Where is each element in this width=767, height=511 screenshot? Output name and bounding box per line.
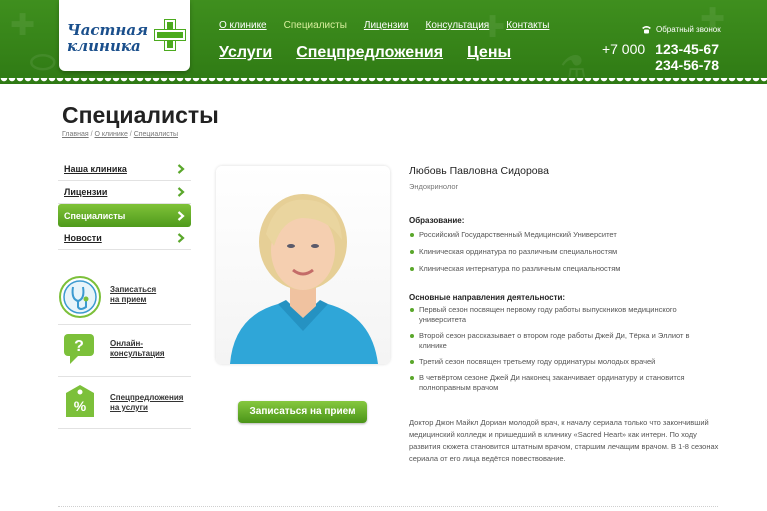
promo-line: Записаться (110, 285, 157, 294)
decor-cross-icon: ✚ (10, 9, 36, 42)
promo-appointment[interactable]: Записаться на прием (58, 275, 191, 325)
sidebar-item-label: Наша клиника (64, 164, 127, 174)
svg-text:%: % (74, 398, 87, 414)
promo-line: на прием (110, 295, 147, 304)
sidebar-menu: Наша клиника Лицензии Специалисты Новост… (58, 158, 191, 250)
activity-item: В четвёртом сезоне Джей Ди наконец закан… (409, 373, 719, 393)
doctor-details: Любовь Павловна Сидорова Эндокринолог Об… (409, 165, 719, 465)
doctor-role: Эндокринолог (409, 182, 459, 191)
phone-1: 123-45-67 (655, 41, 719, 57)
doctor-bio: Доктор Джон Майкл Дориан молодой врач, к… (409, 418, 719, 463)
chevron-right-icon (177, 187, 185, 197)
phone-numbers: +7 000 123-45-67 234-56-78 (602, 41, 719, 73)
stethoscope-icon (59, 276, 101, 318)
promo-line: Онлайн- (110, 339, 143, 348)
chat-bubble-icon: ? (64, 334, 94, 364)
callback-label: Обратный звонок (656, 25, 721, 34)
activity-item: Второй сезон рассказывает о втором годе … (409, 331, 719, 351)
site-header: ✚ ⬭ ✚ ⚗ ✚ Частная клиника О клинике Спец… (0, 0, 767, 84)
education-item: Клиническая ординатура по различным спец… (409, 247, 719, 257)
footer-divider (58, 506, 718, 507)
main-menu: Услуги Спецпредложения Цены (219, 44, 511, 62)
chevron-right-icon (177, 210, 185, 221)
sidebar-item-clinic[interactable]: Наша клиника (58, 158, 191, 181)
sidebar-item-licenses[interactable]: Лицензии (58, 181, 191, 204)
main-menu-services[interactable]: Услуги (219, 44, 272, 62)
top-menu-consultation[interactable]: Консультация (426, 20, 490, 31)
doctor-portrait-image (230, 194, 378, 364)
phone-2: 234-56-78 (655, 57, 719, 73)
main-menu-prices[interactable]: Цены (467, 44, 511, 62)
svg-text:?: ? (74, 338, 84, 355)
top-menu-specialists[interactable]: Специалисты (284, 20, 347, 31)
promo-special-offers[interactable]: % Спецпредложения на услуги (58, 379, 191, 429)
breadcrumb-current[interactable]: Специалисты (134, 131, 178, 138)
promo-line: на услуги (110, 403, 148, 412)
main-menu-offers[interactable]: Спецпредложения (296, 44, 443, 62)
breadcrumb-about[interactable]: О клинике (95, 131, 128, 138)
education-item: Клиническая интернатура по различным спе… (409, 264, 719, 274)
promo-online-consultation[interactable]: ? Онлайн- консультация (58, 327, 191, 377)
education-title: Образование: (409, 216, 465, 225)
chevron-right-icon (177, 233, 185, 243)
top-menu: О клинике Специалисты Лицензии Консульта… (219, 20, 549, 31)
discount-tag-icon: % (66, 385, 94, 417)
callback-link[interactable]: Обратный звонок (641, 25, 721, 34)
breadcrumb-home[interactable]: Главная (62, 131, 89, 138)
top-menu-contacts[interactable]: Контакты (506, 20, 549, 31)
signup-button[interactable]: Записаться на прием (238, 401, 367, 423)
sidebar-item-label: Лицензии (64, 187, 108, 197)
doctor-photo (216, 166, 390, 364)
logo[interactable]: Частная клиника (59, 0, 190, 71)
doctor-name: Любовь Павловна Сидорова (409, 165, 549, 177)
sidebar-item-news[interactable]: Новости (58, 227, 191, 250)
sidebar-item-label: Новости (64, 233, 102, 243)
activity-item: Третий сезон посвящен третьему году орди… (409, 357, 719, 367)
phone-icon (642, 26, 651, 34)
education-list: Российский Государственный Медицинский У… (409, 230, 719, 274)
promo-line: Спецпредложения (110, 393, 184, 402)
promo-line: консультация (110, 349, 165, 358)
logo-text: Частная клиника (67, 21, 149, 55)
sidebar-item-specialists[interactable]: Специалисты (58, 204, 191, 227)
decor-flask-icon: ⚗ (560, 51, 587, 84)
activity-item: Первый сезон посвящен первому году работ… (409, 305, 719, 325)
breadcrumb: Главная / О клинике / Специалисты (62, 131, 178, 138)
activity-title: Основные направления деятельности: (409, 293, 566, 302)
phone-code: +7 000 (601, 41, 646, 57)
top-menu-licenses[interactable]: Лицензии (364, 20, 409, 31)
sidebar-item-label: Специалисты (64, 210, 126, 221)
education-item: Российский Государственный Медицинский У… (409, 230, 719, 240)
page-title: Специалисты (62, 102, 219, 128)
logo-cross-icon (155, 20, 185, 50)
top-menu-about[interactable]: О клинике (219, 20, 267, 31)
activity-list: Первый сезон посвящен первому году работ… (409, 305, 719, 393)
decor-pill-icon: ⬭ (30, 46, 56, 79)
chevron-right-icon (177, 164, 185, 174)
